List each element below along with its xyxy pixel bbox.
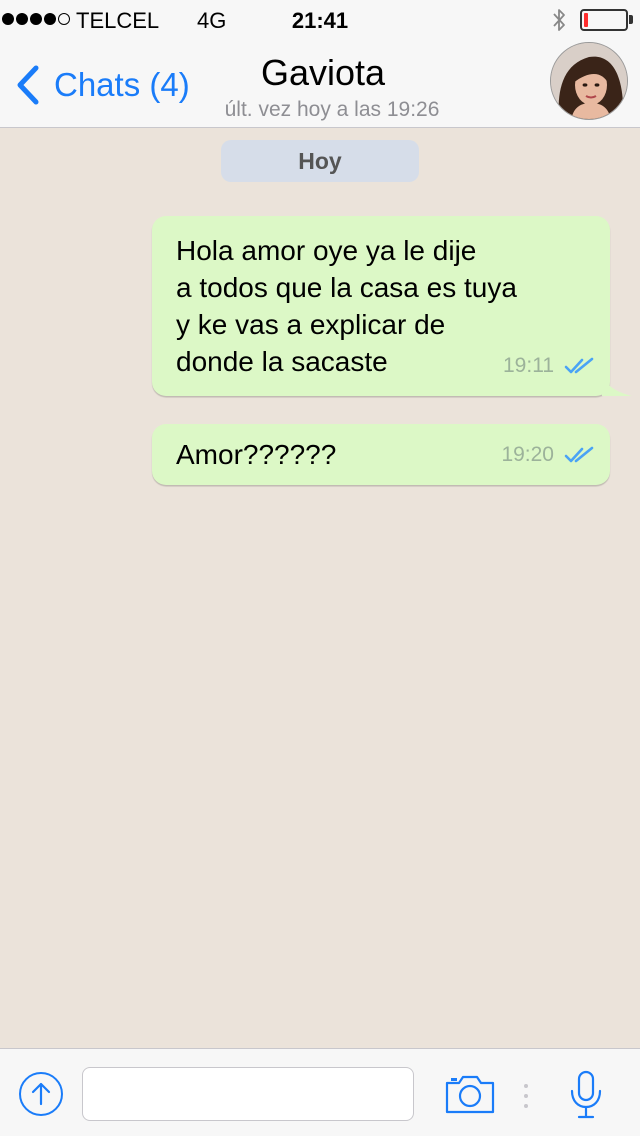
- battery-level: [584, 13, 588, 27]
- status-bar: TELCEL 4G 21:41: [0, 0, 640, 40]
- chat-header: Chats (4) Gaviota últ. vez hoy a las 19:…: [0, 40, 640, 128]
- contact-avatar[interactable]: [550, 42, 628, 120]
- date-separator: Hoy: [221, 140, 419, 182]
- outgoing-message[interactable]: Hola amor oye ya le dije a todos que la …: [152, 216, 632, 396]
- camera-icon[interactable]: [444, 1073, 496, 1115]
- message-time: 19:20: [501, 443, 554, 466]
- message-time: 19:11: [503, 354, 554, 377]
- bubble-tail: [602, 374, 632, 396]
- separator-dots: [524, 1084, 528, 1108]
- message-meta: 19:11: [503, 347, 596, 384]
- battery-icon: [580, 9, 628, 31]
- double-check-icon: [564, 446, 594, 462]
- outgoing-message[interactable]: Amor?????? 19:20: [152, 424, 610, 485]
- message-input-bar: [0, 1048, 640, 1136]
- message-input[interactable]: [82, 1067, 414, 1121]
- avatar-portrait-icon: [551, 43, 627, 119]
- battery-tip: [629, 15, 633, 24]
- status-clock: 21:41: [291, 8, 349, 33]
- message-meta: 19:20: [501, 436, 596, 473]
- contact-name[interactable]: Gaviota: [0, 52, 640, 94]
- upload-arrow-icon[interactable]: [18, 1071, 64, 1117]
- last-seen-status: últ. vez hoy a las 19:26: [224, 98, 440, 121]
- double-check-icon: [564, 357, 594, 373]
- microphone-icon[interactable]: [566, 1069, 606, 1121]
- bluetooth-icon: [553, 9, 565, 31]
